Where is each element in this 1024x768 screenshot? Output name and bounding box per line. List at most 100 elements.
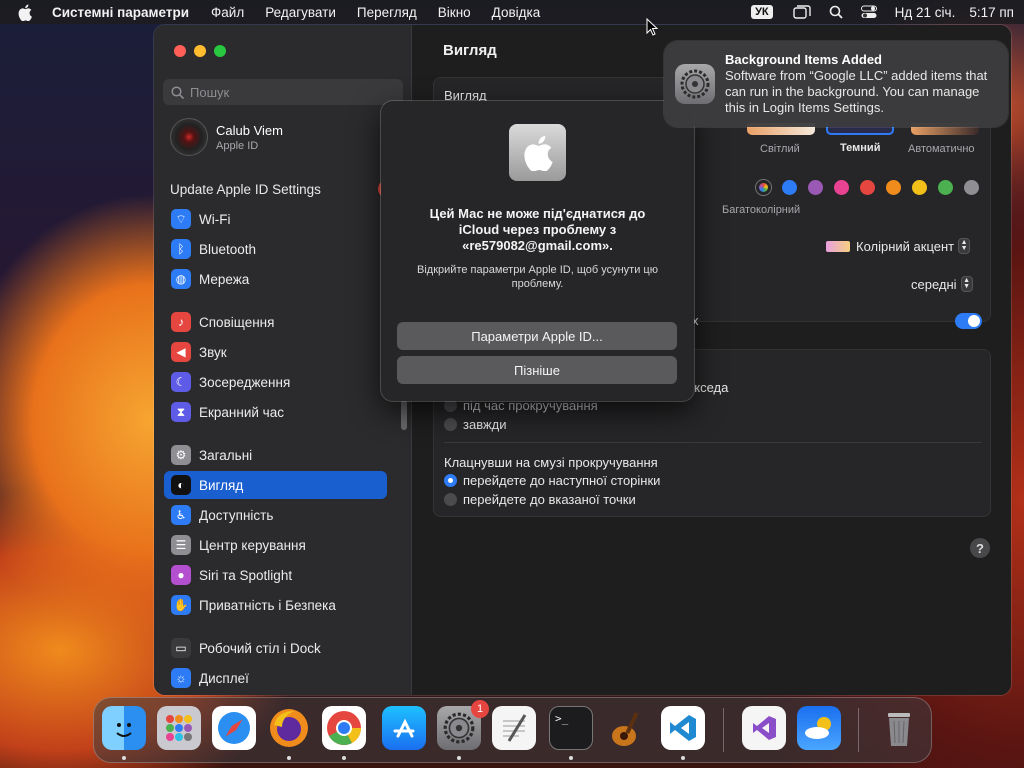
sidebar-item-9[interactable]: ♿ Доступність — [164, 501, 387, 529]
menu-file[interactable]: Файл — [211, 5, 244, 20]
menu-help[interactable]: Довідка — [492, 5, 541, 20]
accent-color-swatch[interactable] — [938, 180, 953, 195]
minimize-button[interactable] — [194, 45, 206, 57]
zoom-button[interactable] — [214, 45, 226, 57]
sidebar-item-3[interactable]: ♪ Сповіщення — [164, 308, 387, 336]
update-apple-id-label: Update Apple ID Settings — [170, 181, 321, 197]
apple-id-account[interactable]: Calub Viem Apple ID — [170, 118, 283, 156]
later-button[interactable]: Пізніше — [397, 356, 677, 384]
launchpad-icon[interactable] — [157, 706, 201, 750]
light-mode-label: Світлий — [760, 143, 800, 155]
accent-color-swatch[interactable] — [808, 180, 823, 195]
sidebar-item-5[interactable]: ☾ Зосередження — [164, 368, 387, 396]
multicolor-accent-swatch[interactable] — [756, 180, 771, 195]
search-placeholder: Пошук — [190, 84, 230, 100]
textedit-icon[interactable] — [492, 706, 536, 750]
click-next-page-radio[interactable] — [444, 474, 457, 487]
sidebar-item-6[interactable]: ⧗ Екранний час — [164, 398, 387, 426]
background-items-notification[interactable]: Background Items Added Software from “Go… — [664, 41, 1008, 127]
bell-icon: ♪ — [171, 312, 191, 332]
search-input[interactable]: Пошук — [163, 79, 403, 105]
scroll-option-radio-3[interactable] — [444, 418, 457, 431]
finder-icon[interactable] — [102, 706, 146, 750]
accent-color-swatch[interactable] — [886, 180, 901, 195]
sidebar-item-8[interactable]: ◐ Вигляд — [164, 471, 387, 499]
safari-icon[interactable] — [212, 706, 256, 750]
sidebar-scrollbar[interactable] — [401, 400, 407, 430]
stage-manager-icon[interactable] — [792, 5, 811, 19]
firefox-icon[interactable] — [267, 706, 311, 750]
menu-edit[interactable]: Редагувати — [265, 5, 336, 20]
weather-icon[interactable] — [797, 706, 841, 750]
speaker-icon: ◀ — [171, 342, 191, 362]
click-spot-radio[interactable] — [444, 493, 457, 506]
avatar — [170, 118, 208, 156]
accessibility-icon: ♿ — [171, 505, 191, 525]
multicolor-label: Багатоколірний — [722, 204, 801, 216]
visual-studio-icon[interactable] — [742, 706, 786, 750]
help-button[interactable]: ? — [970, 538, 990, 558]
trash-icon[interactable] — [877, 706, 921, 750]
sidebar-item-label: Доступність — [199, 507, 274, 523]
account-subtitle: Apple ID — [216, 139, 259, 152]
chrome-icon[interactable] — [322, 706, 366, 750]
control-center-icon[interactable] — [860, 5, 877, 19]
update-apple-id-item[interactable]: Update Apple ID Settings 1 — [170, 180, 396, 198]
globe-icon: ◍ — [171, 269, 191, 289]
sidebar: Пошук Calub Viem Apple ID Update Apple I… — [154, 25, 412, 695]
icloud-error-dialog: Цей Мас не може під'єднатися до iCloud ч… — [381, 101, 694, 401]
wifi-icon: ⌔ — [171, 209, 191, 229]
divider — [444, 442, 982, 443]
click-spot-label: перейдете до вказаної точки — [463, 492, 636, 507]
sidebar-item-14[interactable]: ☼ Дисплеї — [164, 664, 387, 692]
sidebar-item-2[interactable]: ◍ Мережа — [164, 265, 387, 293]
accent-color-swatch[interactable] — [782, 180, 797, 195]
garageband-icon[interactable] — [604, 706, 648, 750]
menu-clock[interactable]: 5:17 пп — [969, 5, 1014, 20]
accent-color-swatch[interactable] — [912, 180, 927, 195]
auto-mode-label: Автоматично — [908, 143, 975, 155]
notification-title: Background Items Added — [725, 52, 882, 67]
dark-mode-label: Темний — [840, 142, 881, 154]
sidebar-icon-size-popup[interactable]: середні ▲ ▼ — [911, 276, 973, 292]
highlight-swatch — [826, 240, 850, 252]
running-indicator — [122, 756, 126, 760]
dock-separator — [723, 708, 724, 752]
menu-window[interactable]: Вікно — [438, 5, 471, 20]
highlight-color-popup[interactable]: Колірний акцент ▲ ▼ — [826, 238, 971, 254]
window-controls — [174, 45, 226, 57]
sidebar-item-12[interactable]: ✋ Приватність і Безпека — [164, 591, 387, 619]
search-icon[interactable] — [829, 5, 843, 19]
sidebar-item-label: Вигляд — [199, 477, 244, 493]
accent-color-swatch[interactable] — [860, 180, 875, 195]
running-indicator — [569, 756, 573, 760]
chevron-up-down-icon: ▲ ▼ — [958, 238, 971, 254]
terminal-icon[interactable]: >_ — [549, 706, 593, 750]
apple-id-settings-button[interactable]: Параметри Apple ID... — [397, 322, 677, 350]
system-settings-dock-icon[interactable]: 1 — [437, 700, 489, 750]
dock-badge: 1 — [471, 700, 489, 718]
app-store-icon[interactable] — [382, 706, 426, 750]
sidebar-item-1[interactable]: ᛒ Bluetooth — [164, 235, 387, 263]
accent-color-swatch[interactable] — [834, 180, 849, 195]
sidebar-item-13[interactable]: ▭ Робочий стіл і Dock — [164, 634, 387, 662]
vscode-icon[interactable] — [661, 706, 705, 750]
wallpaper-tinting-toggle[interactable] — [955, 313, 982, 329]
dock-icon: ▭ — [171, 638, 191, 658]
close-button[interactable] — [174, 45, 186, 57]
menu-app-name[interactable]: Системні параметри — [52, 5, 189, 20]
sidebar-item-0[interactable]: ⌔ Wi-Fi — [164, 205, 387, 233]
menu-bar: Системні параметри Файл Редагувати Перег… — [0, 0, 1024, 24]
sidebar-item-label: Приватність і Безпека — [199, 597, 336, 613]
notification-body: Software from “Google LLC” added items t… — [725, 68, 988, 115]
sidebar-item-11[interactable]: ● Siri та Spotlight — [164, 561, 387, 589]
keyboard-layout-indicator[interactable]: УК — [751, 5, 773, 19]
sidebar-item-7[interactable]: ⚙ Загальні — [164, 441, 387, 469]
accent-color-swatch[interactable] — [964, 180, 979, 195]
sidebar-item-4[interactable]: ◀ Звук — [164, 338, 387, 366]
menu-view[interactable]: Перегляд — [357, 5, 417, 20]
apple-menu-icon[interactable] — [18, 4, 36, 21]
menu-date[interactable]: Нд 21 січ. — [895, 5, 956, 20]
sidebar-item-10[interactable]: ☰ Центр керування — [164, 531, 387, 559]
running-indicator — [287, 756, 291, 760]
